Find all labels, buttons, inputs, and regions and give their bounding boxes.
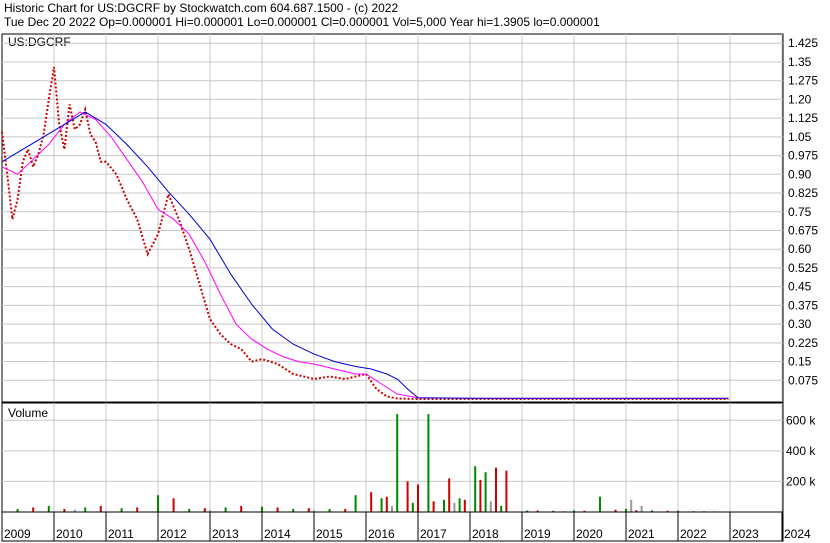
x-axis: 2009 2010 2011 2012 2013 2014 2015 2016 2017 2018…	[1, 511, 811, 542]
volume-bar	[120, 508, 123, 512]
volume-bar	[47, 505, 50, 512]
x-tick-label: 2012	[160, 527, 187, 541]
volume-bar	[474, 466, 477, 512]
volume-bar	[380, 498, 383, 512]
volume-bar	[99, 505, 102, 512]
price-panel-border	[1, 33, 784, 403]
volume-tick-label: 400 k	[786, 444, 816, 458]
y-tick-label: 0.45	[788, 280, 812, 294]
volume-bar	[484, 472, 487, 512]
x-tick-label: 2017	[420, 527, 447, 541]
volume-bar	[448, 478, 451, 512]
y-tick-label: 0.75	[788, 205, 812, 219]
x-tick-label: 2014	[264, 527, 291, 541]
volume-panel: Volume 600 k 400 k 200 k	[1, 402, 816, 513]
x-tick-label: 2015	[316, 527, 343, 541]
y-tick-label: 1.05	[788, 130, 812, 144]
price-panel-title: US:DGCRF	[8, 35, 71, 49]
volume-bar	[240, 505, 243, 512]
y-tick-label: 1.425	[788, 36, 818, 50]
x-tick-label: 2019	[524, 527, 551, 541]
volume-tick-label: 200 k	[786, 474, 816, 488]
volume-bar	[458, 498, 461, 512]
volume-bar	[489, 501, 492, 512]
x-tick-label: 2022	[680, 527, 707, 541]
x-tick-label: 2011	[108, 527, 134, 541]
volume-bar	[172, 498, 175, 512]
x-tick-label: 2024	[784, 527, 811, 541]
y-tick-label: 0.30	[788, 317, 812, 331]
volume-bar	[203, 508, 206, 512]
volume-bar	[157, 495, 159, 512]
y-tick-label: 1.20	[788, 92, 812, 106]
volume-bar	[443, 499, 445, 512]
volume-panel-border	[1, 402, 784, 513]
x-tick-label: 2009	[4, 527, 31, 541]
volume-bar	[411, 502, 414, 512]
volume-bar	[307, 508, 310, 512]
price-panel: US:DGCRF 1.425 1.35 1.275 1.20 1.125 1.05 0.975…	[1, 33, 818, 403]
volume-bar	[406, 481, 409, 512]
volume-bar	[479, 479, 482, 512]
volume-bar	[500, 505, 503, 512]
y-tick-label: 0.675	[788, 223, 818, 237]
volume-bar	[32, 507, 35, 512]
volume-bar	[84, 507, 87, 512]
y-tick-label: 0.975	[788, 149, 818, 163]
x-tick-label: 2013	[212, 527, 239, 541]
x-tick-label: 2021	[628, 527, 655, 541]
volume-bar	[432, 501, 435, 512]
volume-bar	[370, 492, 373, 512]
volume-bar	[417, 484, 419, 512]
volume-bar	[136, 507, 139, 512]
volume-bar	[599, 496, 601, 512]
volume-bar	[276, 507, 279, 512]
y-tick-label: 1.275	[788, 74, 818, 88]
volume-bar	[640, 505, 643, 512]
volume-bar	[453, 502, 456, 512]
y-tick-label: 0.60	[788, 242, 812, 256]
x-tick-label: 2016	[368, 527, 395, 541]
moving-average-line	[1, 111, 729, 399]
volume-bar	[630, 499, 633, 512]
price-series-line	[1, 66, 729, 400]
stock-chart: US:DGCRF 1.425 1.35 1.275 1.20 1.125 1.05 0.975…	[1, 33, 818, 542]
volume-bar	[495, 467, 497, 512]
x-tick-label: 2010	[56, 527, 83, 541]
y-tick-label: 0.90	[788, 167, 812, 181]
volume-bar	[391, 505, 393, 512]
volume-bar	[396, 414, 399, 512]
y-tick-label: 0.15	[788, 355, 812, 369]
volume-bar	[427, 414, 430, 512]
y-tick-label: 1.125	[788, 111, 818, 125]
volume-bar	[385, 496, 388, 512]
volume-tick-label: 600 k	[786, 413, 816, 427]
x-tick-label: 2023	[732, 527, 759, 541]
y-tick-label: 0.375	[788, 298, 818, 312]
y-tick-label: 1.35	[788, 55, 812, 69]
x-tick-label: 2020	[576, 527, 603, 541]
moving-average-line	[1, 111, 729, 399]
volume-panel-title: Volume	[8, 406, 48, 420]
volume-bar	[505, 470, 508, 512]
volume-bar	[224, 507, 227, 512]
volume-bar	[463, 499, 466, 512]
x-tick-label: 2018	[472, 527, 499, 541]
y-tick-label: 0.825	[788, 186, 818, 200]
y-tick-label: 0.225	[788, 336, 818, 350]
volume-bar	[354, 495, 357, 512]
volume-bar	[261, 506, 263, 512]
y-tick-label: 0.075	[788, 373, 818, 387]
y-tick-label: 0.525	[788, 261, 818, 275]
